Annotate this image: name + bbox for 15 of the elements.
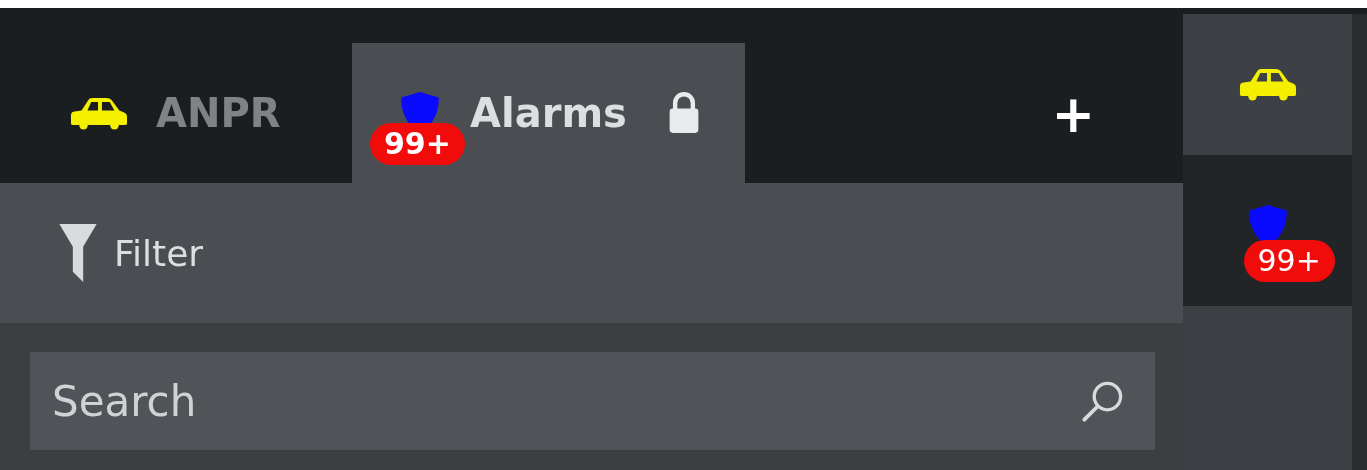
tab-label: ANPR: [156, 90, 281, 136]
rail-button[interactable]: 99+: [1183, 155, 1352, 306]
car-icon: [70, 96, 128, 130]
add-tab-button[interactable]: +: [1043, 87, 1103, 140]
tab[interactable]: 99+ Alarms: [352, 43, 745, 183]
count-badge: 99+: [1243, 239, 1335, 282]
tab-label: Alarms: [470, 90, 627, 136]
car-icon: [1238, 68, 1297, 101]
tab[interactable]: ANPR: [0, 43, 352, 183]
filter-icon: [58, 224, 98, 282]
filter-button[interactable]: Filter: [58, 224, 204, 282]
search-icon[interactable]: [1081, 379, 1125, 423]
rail-button[interactable]: [1183, 14, 1352, 155]
count-badge: 99+: [370, 123, 465, 165]
search-field[interactable]: Search: [30, 352, 1155, 450]
